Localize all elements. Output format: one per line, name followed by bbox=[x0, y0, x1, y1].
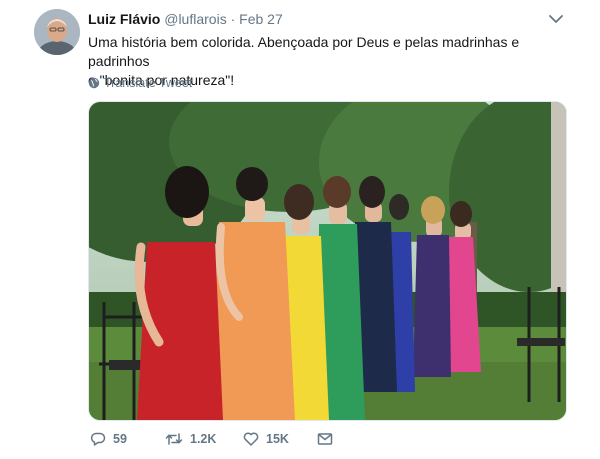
reply-count: 59 bbox=[113, 432, 127, 446]
separator: · bbox=[230, 11, 236, 27]
tweet: Luiz Flávio @luflarois · Feb 27 Uma hist… bbox=[0, 0, 600, 459]
tweet-date[interactable]: Feb 27 bbox=[239, 11, 283, 27]
tweet-actions: 59 1.2K 15K bbox=[88, 431, 388, 451]
like-count: 15K bbox=[266, 432, 289, 446]
wedding-party-photo bbox=[89, 102, 566, 420]
heart-icon bbox=[243, 432, 259, 446]
translate-label: Translate Tweet bbox=[104, 76, 193, 90]
reply-icon bbox=[90, 432, 106, 446]
chevron-down-icon[interactable] bbox=[548, 12, 564, 26]
author-name[interactable]: Luiz Flávio bbox=[88, 11, 160, 27]
retweet-icon bbox=[165, 433, 183, 445]
tweet-header: Luiz Flávio @luflarois · Feb 27 bbox=[88, 11, 283, 27]
retweet-button[interactable]: 1.2K bbox=[165, 431, 216, 447]
retweet-count: 1.2K bbox=[190, 432, 217, 446]
envelope-icon bbox=[317, 433, 333, 445]
reply-button[interactable]: 59 bbox=[90, 431, 127, 447]
tweet-photo[interactable] bbox=[88, 101, 567, 421]
like-button[interactable]: 15K bbox=[243, 431, 289, 447]
avatar[interactable] bbox=[34, 9, 80, 55]
globe-icon bbox=[88, 77, 100, 89]
avatar-image bbox=[34, 9, 80, 55]
translate-tweet-link[interactable]: Translate Tweet bbox=[88, 76, 192, 90]
direct-message-button[interactable] bbox=[317, 431, 333, 447]
author-handle[interactable]: @luflarois bbox=[164, 11, 226, 27]
tweet-text-line-1: Uma história bem colorida. Abençoada por… bbox=[88, 34, 520, 69]
